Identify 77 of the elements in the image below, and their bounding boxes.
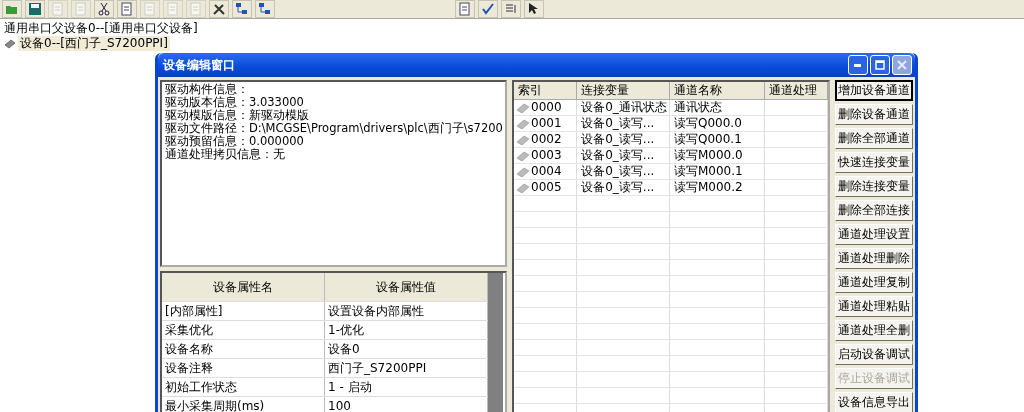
table-cell: [内部属性] — [162, 302, 325, 320]
table-cell: 0003 — [531, 148, 562, 163]
table-cell: 设备0_读写... — [581, 116, 655, 130]
toolbar-button[interactable] — [478, 0, 498, 18]
toolbar-button[interactable] — [209, 0, 229, 18]
table-cell: 0002 — [531, 132, 562, 147]
toolbar-button[interactable] — [524, 0, 544, 18]
chip-icon — [516, 102, 530, 113]
action-button[interactable]: 通道处理复制 — [835, 272, 913, 293]
info-line: 驱动构件信息： — [165, 83, 250, 96]
table-cell: 设备注释 — [162, 359, 325, 377]
table-cell: 读写M000.1 — [674, 164, 743, 178]
table-cell: 读写M000.0 — [674, 148, 743, 162]
info-line: 通道处理拷贝信息：无 — [165, 148, 286, 161]
chip-icon — [516, 134, 530, 145]
maximize-icon — [875, 60, 885, 70]
document-icon — [458, 2, 472, 16]
action-button[interactable]: 快速连接变量 — [835, 152, 913, 173]
table-cell: 通讯状态 — [674, 100, 722, 114]
list-icon — [504, 2, 518, 16]
info-line: 驱动文件路径：D:\MCGSE\Program\drivers\plc\西门子\s7200 — [165, 122, 502, 135]
action-button[interactable]: 删除全部连接 — [835, 200, 913, 221]
tree-item[interactable]: 设备0--[西门子_S7200PPI] — [18, 36, 170, 51]
column-header[interactable]: 索引 — [514, 82, 578, 99]
close-button[interactable] — [892, 55, 912, 75]
table-cell: 0004 — [531, 164, 562, 179]
table-cell: 采集优化 — [162, 321, 325, 339]
action-button[interactable]: 通道处理删除 — [835, 248, 913, 269]
column-header[interactable]: 连接变量 — [577, 82, 670, 99]
action-button[interactable]: 增加设备通道 — [835, 80, 913, 101]
chip-icon — [516, 150, 530, 161]
table-cell: 初始工作状态 — [162, 378, 325, 396]
action-button[interactable]: 删除全部通道 — [835, 128, 913, 149]
action-button[interactable]: 通道处理粘贴 — [835, 296, 913, 317]
table-cell: 读写Q000.0 — [674, 116, 742, 130]
tree-item[interactable]: 通用串口父设备0--[通用串口父设备] — [2, 21, 200, 35]
toolbar-button[interactable] — [232, 0, 252, 18]
table-cell: 设备名称 — [162, 340, 325, 358]
table-cell: 设备0_通讯状态 — [581, 100, 667, 114]
action-button[interactable]: 启动设备调试 — [835, 344, 913, 365]
toolbar-button[interactable] — [25, 0, 45, 18]
action-button[interactable]: 通道处理全删 — [835, 320, 913, 341]
info-line: 驱动版本信息：3.033000 — [165, 96, 305, 109]
toolbar-button[interactable] — [255, 0, 275, 18]
table-cell: 读写Q000.1 — [674, 132, 742, 146]
chip-icon — [4, 38, 16, 49]
info-line: 驱动模版信息：新驱动模版 — [165, 109, 310, 122]
scissors-icon — [97, 2, 111, 16]
table-cell: 读写M000.2 — [674, 180, 743, 194]
table-cell: 最小采集周期(ms) — [162, 397, 325, 412]
checkmark-icon — [481, 2, 495, 16]
table-cell: 设备0_读写... — [581, 132, 655, 146]
column-header[interactable]: 通道名称 — [670, 82, 765, 99]
column-header: 设备属性名 — [162, 273, 325, 301]
window-title: 设备编辑窗口 — [163, 56, 235, 74]
toolbar-button[interactable] — [94, 0, 114, 18]
chip-icon — [516, 182, 530, 193]
action-button[interactable]: 删除设备通道 — [835, 104, 913, 125]
tree-icon — [258, 2, 272, 16]
chip-icon — [516, 166, 530, 177]
table-cell: 设备0_读写... — [581, 148, 655, 162]
minimize-icon — [854, 63, 862, 67]
table-cell: 设备0_读写... — [581, 164, 655, 178]
column-header[interactable]: 通道处理 — [764, 82, 828, 99]
close-icon — [897, 60, 907, 70]
action-button[interactable]: 通道处理设置 — [835, 224, 913, 245]
chip-icon — [516, 118, 530, 129]
info-line: 驱动预留信息：0.000000 — [165, 135, 304, 148]
maximize-button[interactable] — [870, 55, 890, 75]
action-button[interactable]: 删除连接变量 — [835, 176, 913, 197]
table-cell: 设备0_读写... — [581, 180, 655, 194]
table-cell: 0001 — [531, 116, 562, 131]
minimize-button[interactable] — [848, 55, 868, 75]
table-cell: 0005 — [531, 180, 562, 195]
table-cell: 0000 — [531, 100, 562, 115]
action-button[interactable]: 设备信息导出 — [835, 392, 913, 412]
tree-icon — [235, 2, 249, 16]
